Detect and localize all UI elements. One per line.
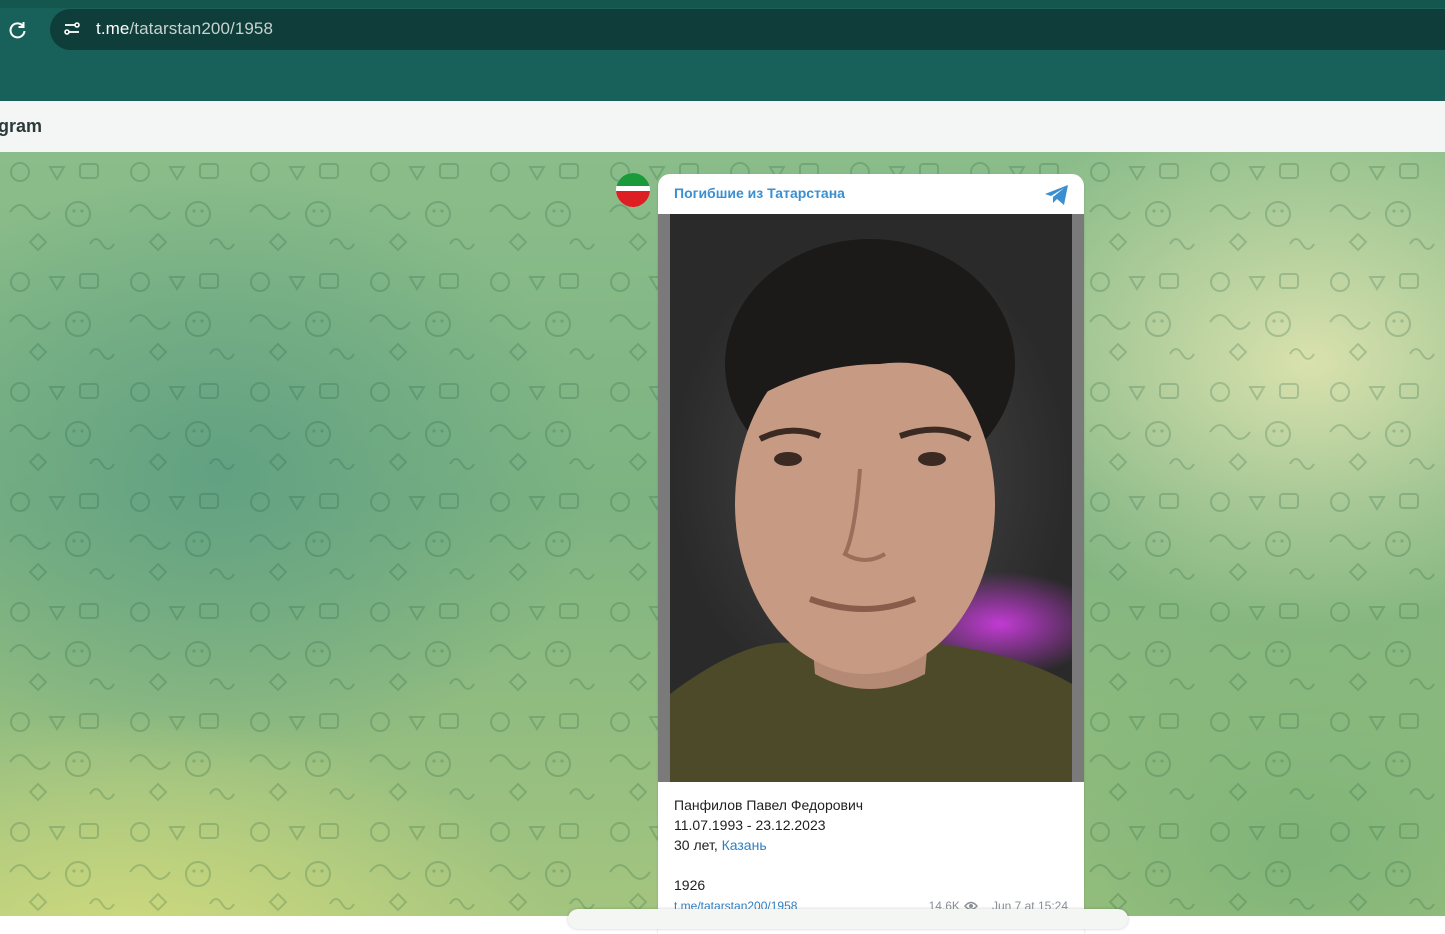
telegram-header: gram xyxy=(0,101,1445,153)
post-number: 1926 xyxy=(674,877,706,893)
channel-avatar[interactable] xyxy=(616,173,650,207)
portrait-illustration xyxy=(670,239,1072,782)
city-hashtag-link[interactable]: Казань xyxy=(722,837,767,853)
post-card: Погибшие из Татарстана Панфилов Павел Фе… xyxy=(658,174,1084,934)
post-text: Панфилов Павел Федорович 11.07.1993 - 23… xyxy=(674,795,1074,895)
tab-strip xyxy=(0,0,1445,8)
person-name: Панфилов Павел Федорович xyxy=(674,797,864,813)
reload-button[interactable] xyxy=(4,16,32,44)
url-text[interactable]: t.me/tatarstan200/1958 xyxy=(96,19,273,39)
post-photo[interactable] xyxy=(658,214,1084,782)
bottom-action-bar[interactable] xyxy=(568,909,1128,929)
site-info-icon xyxy=(64,22,80,35)
reload-icon xyxy=(9,22,26,39)
site-info-button[interactable] xyxy=(58,15,86,43)
telegram-icon[interactable] xyxy=(1044,184,1070,206)
portrait-image xyxy=(670,214,1072,782)
flag-green-stripe xyxy=(616,173,650,186)
flag-red-stripe xyxy=(616,191,650,207)
age-city-line: 30 лет, Казань xyxy=(674,835,1074,855)
browser-toolbar: t.me/tatarstan200/1958 xyxy=(0,0,1445,101)
page-title: gram xyxy=(0,116,43,136)
life-dates: 11.07.1993 - 23.12.2023 xyxy=(674,817,826,833)
address-bar[interactable]: t.me/tatarstan200/1958 xyxy=(50,9,1445,50)
url-host: t.me xyxy=(96,19,130,38)
channel-name-link[interactable]: Погибшие из Татарстана xyxy=(674,185,845,201)
url-path: /tatarstan200/1958 xyxy=(129,19,274,38)
age-text: 30 лет, xyxy=(674,837,718,853)
